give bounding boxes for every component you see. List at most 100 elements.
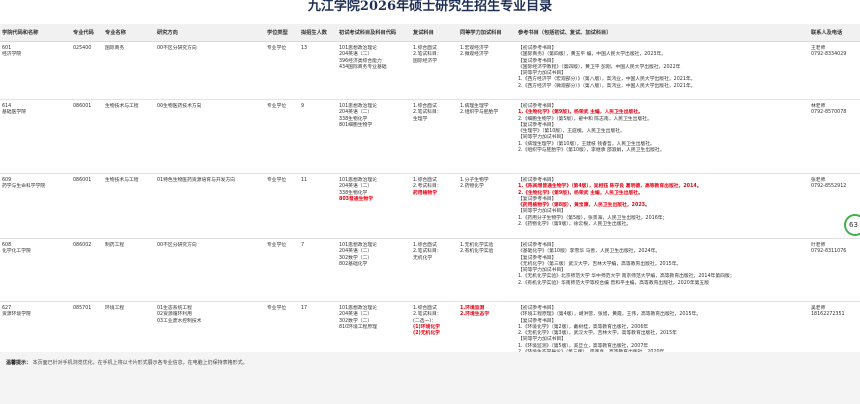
contact-cell-line: 0792-8311076 <box>811 249 847 255</box>
direction-cell-line: 03工业废水控制技术 <box>157 318 202 324</box>
contact-cell: 王老师 0792-8334029 <box>809 41 860 100</box>
header-contact: 联系人及电话 <box>809 24 860 42</box>
table-row: 614 基础医学院 086001 生物技术与工程 00生物医药技术方向 专业学位 9 101思… <box>0 99 860 174</box>
quota-cell: 7 <box>299 238 337 302</box>
retest-cell: 1.综合面试 2.笔试科目： 无机化学 <box>411 238 458 302</box>
books-cell: 【初试参考书目】 1.《陈阅增普通生物学》（第4版），吴相钰 陈守良 葛明德，高等… <box>516 173 809 239</box>
notice-text: 本页面已针对手机浏览优化，在手机上将以卡片形式展示各专业信息，在电脑上仍保持表格… <box>32 360 248 366</box>
header-retest: 复试科目 <box>411 24 458 42</box>
retest-cell-line: 无机化学 <box>413 255 433 261</box>
major-name-cell: 生物技术与工程 <box>103 99 155 174</box>
extra-cell-line: 2.组织学与胚胎学 <box>460 110 499 116</box>
books-cell: 【初试参考书目】 1.《生物化学》(第9版)，杨荣武 主编，人民卫生出版社。 2.《… <box>516 99 809 174</box>
progress-ring-value: 63 <box>849 221 858 229</box>
exams-cell: 101思想政治理论 204英语（二） 338生物化学 801细胞生物学 <box>337 99 411 174</box>
contact-cell: 吴老师 18162272351 <box>809 301 860 352</box>
retest-cell: 1.综合面试 2.笔试科目： 生理学 <box>411 99 458 174</box>
extra-cell-line: 2.有机化学实验 <box>460 249 494 255</box>
contact-cell-line: 18162272351 <box>811 312 845 318</box>
progress-ring-widget[interactable]: 63 <box>844 214 860 236</box>
quota-cell: 17 <box>299 301 337 352</box>
direction-cell: 00不区分研究方向 <box>155 238 265 302</box>
table-row: 608 化学化工学院 086002 制药工程 00不区分研究方向 专业学位 7 101思想政治… <box>0 238 860 302</box>
exams-cell-line: 801细胞生物学 <box>339 122 373 128</box>
header-degree: 学位类型 <box>265 24 299 42</box>
table-row: 609 药学与生命科学学院 086001 生物技术与工程 01特色生物医药资源培育与开发… <box>0 173 860 239</box>
direction-cell: 00不区分研究方向 <box>155 41 265 100</box>
major-name-cell: 环境工程 <box>103 301 155 352</box>
direction-cell-line: 00不区分研究方向 <box>157 243 197 248</box>
extra-cell-line: 2.环境生态学 <box>460 312 490 318</box>
major-code-cell: 085701 <box>71 301 103 352</box>
direction-cell: 01特色生物医药资源培育与开发方向 <box>155 173 265 239</box>
extra-cell: 1.病理生理学 2.组织学与胚胎学 <box>458 99 516 174</box>
exams-cell: 101思想政治理论 204英语（二） 396经济类综合能力 434国际商务专业基础 <box>337 41 411 100</box>
extra-cell: 1.宏观经济学 2.微观经济学 <box>458 41 516 100</box>
contact-cell-line: 0792-8552912 <box>811 184 847 190</box>
books-cell: 【初试参考书目】 《国际商务》（第四版），黄玉平 编，中国人民大学出版社，2023… <box>516 41 809 100</box>
college-cell: 601 经济学院 <box>0 41 71 100</box>
degree-cell: 专业学位 <box>265 238 299 302</box>
direction-cell-line: 00生物医药技术方向 <box>157 104 202 109</box>
exams-cell: 101思想政治理论 204英语（二） 338生物化学 803普通生物学 <box>337 173 411 239</box>
direction-cell: 00生物医药技术方向 <box>155 99 265 174</box>
exams-cell-line: 434国际商务专业基础 <box>339 64 387 70</box>
extra-cell-line: 2.微观经济学 <box>460 52 489 58</box>
college-cell: 609 药学与生命科学学院 <box>0 173 71 239</box>
extra-cell-line: 2.药物化学 <box>460 184 484 190</box>
page-title: 九江学院2026年硕士研究生招生专业目录 <box>307 0 553 14</box>
retest-cell-line: 药用植物学 <box>413 190 437 196</box>
contact-cell-line: 0792-8570078 <box>811 110 847 116</box>
quota-cell: 11 <box>299 173 337 239</box>
catalog-table: 学院代码和名称 专业代码 专业名称 研究方向 学位类型 拟招生人数 初试考试科目… <box>0 24 860 352</box>
college-cell-line: 药学与生命科学学院 <box>2 184 46 190</box>
books-cell: 【初试参考书目】 《环境工程原理》（第4版），胡洪营，张旭，黄霞，王伟，高等教育出… <box>516 301 809 352</box>
retest-cell: 1.综合面试 2.考试科目： 药用植物学 <box>411 173 458 239</box>
degree-cell: 专业学位 <box>265 99 299 174</box>
college-cell: 614 基础医学院 <box>0 99 71 174</box>
retest-cell: 1.综合面试 2.笔试科目： 国际经济学 <box>411 41 458 100</box>
header-major-code: 专业代码 <box>71 24 103 42</box>
header-exams: 初试考试科目及科目代码 <box>337 24 411 42</box>
direction-cell: 01生态系统工程 02资源循环利用 03工业废水控制技术 <box>155 301 265 352</box>
major-code-cell: 086001 <box>71 173 103 239</box>
book-line: 2.《药物化学》（第9版），徐云根，人民卫生出版社。 <box>518 222 632 228</box>
contact-cell: 叶老师 0792-8311076 <box>809 238 860 302</box>
college-cell-line: 资源环境学院 <box>2 312 31 318</box>
college-cell-line: 基础医学院 <box>2 110 26 116</box>
major-name-cell: 生物技术与工程 <box>103 173 155 239</box>
header-quota: 拟招生人数 <box>299 24 337 42</box>
exams-cell-line: 810环境工程原理 <box>339 324 377 330</box>
contact-cell-line: 0792-8334029 <box>811 52 847 58</box>
header-major-name: 专业名称 <box>103 24 155 42</box>
table-header-row: 学院代码和名称 专业代码 专业名称 研究方向 学位类型 拟招生人数 初试考试科目… <box>0 24 860 42</box>
table-row: 627 资源环境学院 085701 环境工程 01生态系统工程 02资源循环利用 03工业废… <box>0 301 860 352</box>
catalog-table-container[interactable]: 学院代码和名称 专业代码 专业名称 研究方向 学位类型 拟招生人数 初试考试科目… <box>0 24 860 352</box>
extra-cell: 1.无机化学实验 2.有机化学实验 <box>458 238 516 302</box>
table-row: 601 经济学院 025400 国际商务 00不区分研究方向 专业学位 13 101思想政治理… <box>0 41 860 100</box>
header-books: 参考书目（包括初试、复试、加试科目） <box>516 24 809 42</box>
major-code-cell: 086001 <box>71 99 103 174</box>
books-cell: 【初试参考书目】 《基础化学》（第10版）李雪华 马善，人民卫生出版社，2024年… <box>516 238 809 302</box>
header-extra: 同等学力加试科目 <box>458 24 516 42</box>
notice-bar: 温馨提示： 本页面已针对手机浏览优化，在手机上将以卡片形式展示各专业信息，在电脑… <box>0 352 860 404</box>
direction-cell-line: 01特色生物医药资源培育与开发方向 <box>157 178 236 183</box>
exams-cell: 101思想政治理论 204英语（二） 302数学（二） 802基础化学 <box>337 238 411 302</box>
major-code-cell: 025400 <box>71 41 103 100</box>
degree-cell: 专业学位 <box>265 41 299 100</box>
book-line: 2.《西方经济学（微观部分）》（第八版），高鸿业，中国人民大学出版社，2021年… <box>518 83 696 89</box>
degree-cell: 专业学位 <box>265 173 299 239</box>
retest-cell-line: 国际经济学 <box>413 58 437 64</box>
major-code-cell: 086002 <box>71 238 103 302</box>
header-direction: 研究方向 <box>155 24 265 42</box>
quota-cell: 13 <box>299 41 337 100</box>
exams-cell: 101思想政治理论 204英语（二） 302数学（二） 810环境工程原理 <box>337 301 411 352</box>
degree-cell: 专业学位 <box>265 301 299 352</box>
quota-cell: 9 <box>299 99 337 174</box>
retest-cell-line: (2)无机化学 <box>413 331 440 337</box>
extra-cell: 1.环境监测 2.环境生态学 <box>458 301 516 352</box>
notice-label: 温馨提示： <box>6 360 32 366</box>
college-cell-line: 经济学院 <box>2 52 22 58</box>
retest-cell-line: 生理学 <box>413 116 428 122</box>
major-name-cell: 制药工程 <box>103 238 155 302</box>
